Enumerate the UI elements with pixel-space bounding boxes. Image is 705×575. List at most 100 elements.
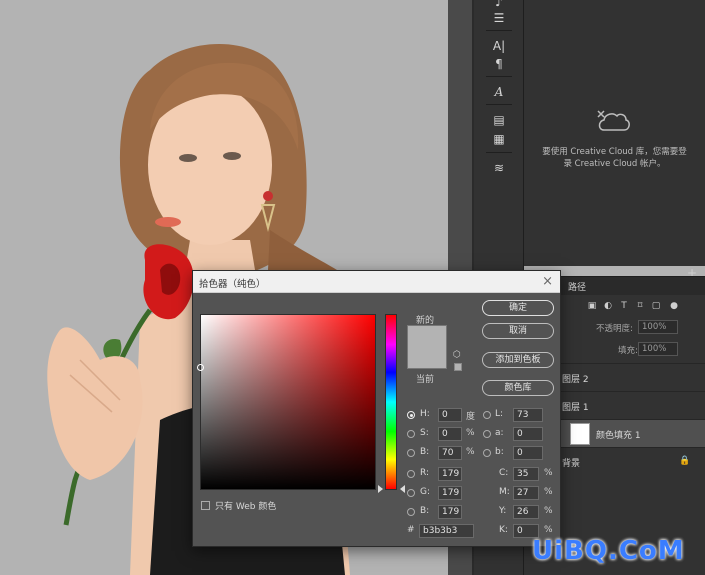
hue-slider-handle-right[interactable] bbox=[400, 485, 405, 493]
opacity-field[interactable]: 100% bbox=[638, 320, 678, 334]
lightness-input[interactable]: 73 bbox=[513, 408, 543, 422]
color-marker[interactable] bbox=[197, 364, 204, 371]
field-row-g: G: 179 bbox=[407, 486, 487, 501]
a-input[interactable]: 0 bbox=[513, 427, 543, 441]
field-row-b: B: 70 % bbox=[407, 446, 487, 461]
new-color-swatch bbox=[407, 325, 447, 347]
field-row-m: M: 27 % bbox=[499, 486, 559, 501]
radio-b[interactable] bbox=[407, 449, 415, 457]
web-only-checkbox[interactable]: 只有 Web 颜色 bbox=[201, 499, 276, 512]
radio-h[interactable] bbox=[407, 411, 415, 419]
color-picker-dialog: 拾色器（纯色） × 只有 Web 颜色 新的 当前 ⬡ 确定 取消 添加到色板 … bbox=[192, 270, 561, 547]
field-label: K: bbox=[499, 525, 508, 535]
field-row-a: a: 0 bbox=[483, 427, 558, 442]
properties-icon[interactable]: ≋ bbox=[491, 160, 507, 176]
field-row-blue: B: 179 bbox=[407, 505, 487, 520]
divider bbox=[486, 152, 512, 153]
glyph-icon[interactable]: A bbox=[491, 84, 507, 100]
field-row-lab-b: b: 0 bbox=[483, 446, 558, 461]
layer-name: 背景 bbox=[562, 459, 581, 469]
blue-input[interactable]: 179 bbox=[438, 505, 462, 519]
ok-button[interactable]: 确定 bbox=[482, 300, 554, 316]
cyan-input[interactable]: 35 bbox=[513, 467, 539, 481]
message-line: 要使用 Creative Cloud 库，您需要登 bbox=[542, 147, 687, 157]
filter-toggle-icon[interactable]: ● bbox=[668, 300, 680, 312]
layer-thumbnail bbox=[570, 423, 590, 445]
field-label: R: bbox=[420, 468, 430, 478]
lock-icon[interactable]: 🔒 bbox=[679, 456, 690, 466]
current-color-label: 当前 bbox=[416, 375, 435, 385]
watermark-logo: UiBQ.CoM bbox=[532, 536, 685, 566]
hue-slider-handle-left[interactable] bbox=[378, 485, 383, 493]
red-input[interactable]: 179 bbox=[438, 467, 462, 481]
filter-type-icon[interactable]: T bbox=[618, 300, 630, 312]
divider bbox=[486, 104, 512, 105]
radio-g[interactable] bbox=[407, 489, 415, 497]
field-label: M: bbox=[499, 487, 510, 497]
fill-field[interactable]: 100% bbox=[638, 342, 678, 356]
websafe-swatch[interactable] bbox=[454, 363, 462, 371]
field-row-y: Y: 26 % bbox=[499, 505, 559, 520]
checkbox[interactable] bbox=[201, 501, 210, 510]
libraries-login-message: 要使用 Creative Cloud 库，您需要登 录 Creative Clo… bbox=[524, 146, 705, 170]
radio-s[interactable] bbox=[407, 430, 415, 438]
tab-paths[interactable]: 路径 bbox=[568, 280, 586, 293]
magenta-input[interactable]: 27 bbox=[513, 486, 539, 500]
divider bbox=[486, 76, 512, 77]
radio-a[interactable] bbox=[483, 430, 491, 438]
radio-blue[interactable] bbox=[407, 508, 415, 516]
filter-shape-icon[interactable]: ⌑ bbox=[634, 300, 646, 312]
dialog-titlebar[interactable]: 拾色器（纯色） × bbox=[193, 271, 560, 293]
dialog-body: 只有 Web 颜色 新的 当前 ⬡ 确定 取消 添加到色板 颜色库 H: 0 度… bbox=[193, 293, 560, 546]
yellow-input[interactable]: 26 bbox=[513, 505, 539, 519]
radio-l[interactable] bbox=[483, 411, 491, 419]
unit-label: % bbox=[544, 525, 553, 535]
hue-slider[interactable] bbox=[385, 314, 397, 490]
filter-pixel-icon[interactable]: ▣ bbox=[586, 300, 598, 312]
add-to-swatches-button[interactable]: 添加到色板 bbox=[482, 352, 554, 368]
creative-cloud-icon bbox=[597, 110, 630, 131]
filter-adjust-icon[interactable]: ◐ bbox=[602, 300, 614, 312]
library-icon[interactable]: ▤ bbox=[491, 112, 507, 128]
field-label: B: bbox=[420, 506, 430, 516]
radio-lab-b[interactable] bbox=[483, 449, 491, 457]
hue-input[interactable]: 0 bbox=[438, 408, 462, 422]
field-label: C: bbox=[499, 468, 509, 478]
green-input[interactable]: 179 bbox=[438, 486, 462, 500]
divider bbox=[486, 30, 512, 31]
close-icon[interactable]: × bbox=[542, 274, 553, 289]
unit-label: % bbox=[544, 487, 553, 497]
field-label: S: bbox=[420, 428, 429, 438]
field-row-s: S: 0 % bbox=[407, 427, 487, 442]
paragraph-icon[interactable]: ¶ bbox=[491, 56, 507, 72]
field-label: a: bbox=[495, 428, 504, 438]
fill-label: 填充: bbox=[618, 346, 638, 356]
lab-b-input[interactable]: 0 bbox=[513, 446, 543, 460]
dialog-title: 拾色器（纯色） bbox=[199, 279, 266, 290]
cube-icon[interactable]: ⬡ bbox=[453, 350, 461, 360]
field-row-h: H: 0 度 bbox=[407, 408, 487, 423]
hex-input[interactable]: b3b3b3 bbox=[419, 524, 474, 538]
radio-r[interactable] bbox=[407, 470, 415, 478]
field-row-l: L: 73 bbox=[483, 408, 558, 423]
brush-icon[interactable]: ♪ bbox=[491, 0, 507, 10]
opacity-label: 不透明度: bbox=[596, 324, 633, 334]
current-color-swatch[interactable] bbox=[407, 347, 447, 369]
brightness-input[interactable]: 70 bbox=[438, 446, 462, 460]
color-libraries-button[interactable]: 颜色库 bbox=[482, 380, 554, 396]
hex-label: # bbox=[407, 525, 415, 535]
unit-label: 度 bbox=[466, 412, 476, 422]
field-label: b: bbox=[495, 447, 504, 457]
unit-label: % bbox=[544, 468, 553, 478]
layer-name: 颜色填充 1 bbox=[596, 431, 641, 441]
adjust-icon[interactable]: ☰ bbox=[491, 10, 507, 26]
character-icon[interactable]: A| bbox=[491, 38, 507, 54]
cancel-button[interactable]: 取消 bbox=[482, 323, 554, 339]
libraries-panel: 要使用 Creative Cloud 库，您需要登 录 Creative Clo… bbox=[524, 0, 705, 266]
saturation-input[interactable]: 0 bbox=[438, 427, 462, 441]
filter-smart-icon[interactable]: ▢ bbox=[650, 300, 662, 312]
saturation-brightness-field[interactable] bbox=[197, 314, 376, 490]
notes-icon[interactable]: ▦ bbox=[491, 131, 507, 147]
field-label: Y: bbox=[499, 506, 507, 516]
unit-label: % bbox=[466, 447, 475, 457]
